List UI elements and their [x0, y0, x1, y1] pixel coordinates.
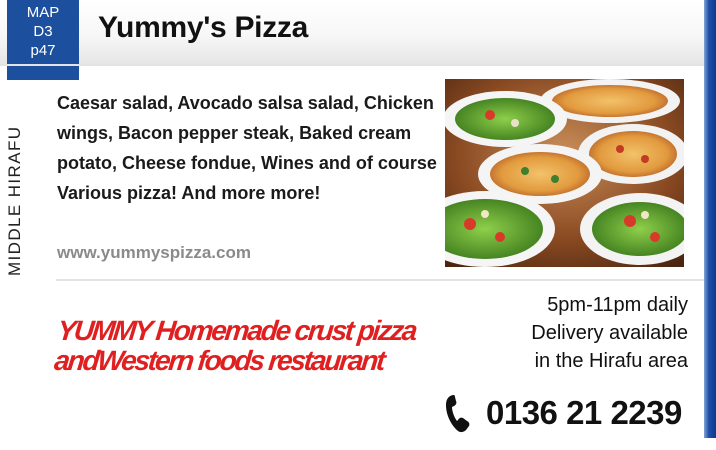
map-page: p47	[30, 42, 56, 59]
hours-info: 5pm-11pm daily Delivery available in the…	[448, 291, 688, 375]
tagline-line-2: andWestern foods restaurant	[52, 345, 386, 376]
website-link[interactable]: www.yummyspizza.com	[57, 243, 251, 263]
delivery-line: Delivery available	[531, 322, 688, 344]
phone-number[interactable]: 0136 21 2239	[486, 394, 682, 432]
hours-line: 5pm-11pm daily	[547, 294, 688, 316]
restaurant-listing: MAP D3 p47 Yummy's Pizza MIDDLE HIRAFU C…	[0, 0, 716, 450]
area-label: MIDDLE HIRAFU	[5, 125, 24, 276]
phone-icon	[446, 395, 470, 433]
edge-strip	[704, 0, 716, 438]
tagline-line-1: YUMMY Homemade crust pizza	[56, 315, 417, 346]
phone-row[interactable]: 0136 21 2239	[444, 392, 682, 434]
header-divider	[0, 64, 704, 66]
section-divider	[56, 279, 704, 281]
map-grid: D3	[33, 23, 53, 40]
tagline: YUMMY Homemade crust pizza andWestern fo…	[52, 315, 459, 376]
delivery-area-line: in the Hirafu area	[534, 350, 688, 372]
map-badge: MAP D3 p47	[7, 0, 79, 80]
menu-description: Caesar salad, Avocado salsa salad, Chick…	[57, 93, 437, 203]
map-label: MAP	[26, 4, 60, 21]
restaurant-title: Yummy's Pizza	[98, 11, 308, 44]
food-photo	[445, 79, 684, 267]
